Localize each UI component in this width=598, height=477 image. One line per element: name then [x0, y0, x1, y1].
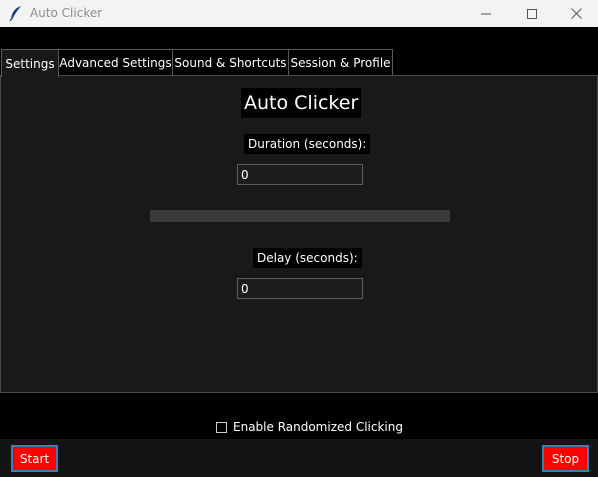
page-title: Auto Clicker [241, 88, 362, 118]
duration-label: Duration (seconds): [244, 134, 371, 154]
tab-label: Advanced Settings [59, 55, 172, 70]
maximize-icon [527, 8, 537, 19]
settings-panel [0, 75, 598, 393]
randomized-clicking-checkbox[interactable] [216, 421, 227, 433]
maximize-button[interactable] [509, 0, 555, 27]
minimize-icon [481, 13, 491, 14]
stop-button[interactable]: Stop [542, 445, 589, 472]
tab-label: Settings [5, 56, 55, 71]
progress-bar [150, 210, 450, 222]
randomized-clicking-label: Enable Randomized Clicking [233, 420, 403, 434]
tab-label: Session & Profile [290, 55, 391, 70]
feather-icon [9, 6, 21, 21]
tab-settings[interactable]: Settings [1, 49, 59, 77]
tab-session-profile[interactable]: Session & Profile [288, 49, 393, 75]
tab-advanced-settings[interactable]: Advanced Settings [58, 49, 173, 75]
close-icon [570, 8, 582, 19]
close-button[interactable] [553, 0, 598, 27]
window-title: Auto Clicker [30, 6, 103, 20]
action-bar [0, 439, 598, 477]
duration-input[interactable] [237, 164, 363, 185]
delay-input[interactable] [237, 278, 363, 299]
tab-sound-shortcuts[interactable]: Sound & Shortcuts [172, 49, 289, 75]
minimize-button[interactable] [463, 0, 509, 27]
delay-label: Delay (seconds): [253, 248, 362, 268]
title-bar: Auto Clicker [0, 0, 598, 27]
start-button[interactable]: Start [11, 445, 58, 472]
tab-label: Sound & Shortcuts [174, 55, 287, 70]
randomized-clicking-option[interactable]: Enable Randomized Clicking [216, 419, 403, 435]
